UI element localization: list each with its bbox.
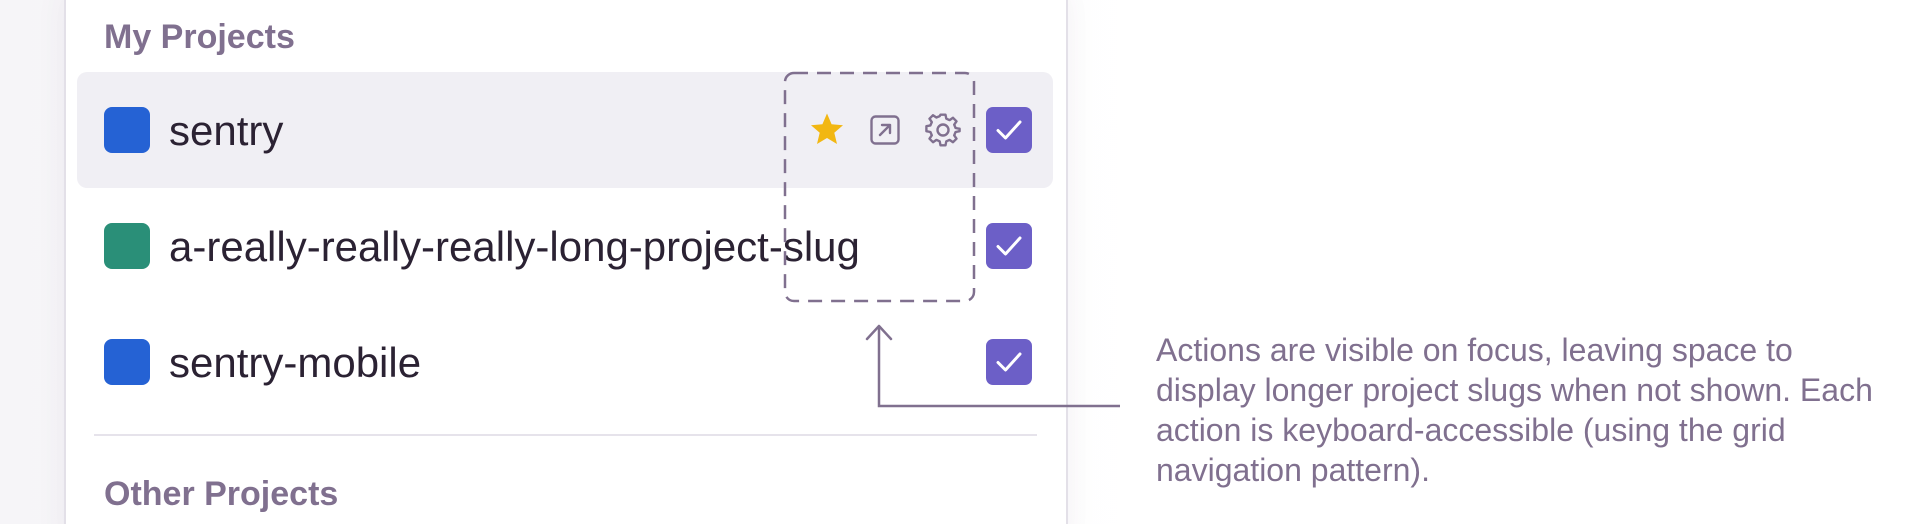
project-name: sentry-mobile bbox=[169, 339, 422, 386]
project-badge bbox=[104, 107, 150, 153]
project-name: a-really-really-really-long-project-slug bbox=[169, 223, 860, 270]
project-row-sentry[interactable]: sentry bbox=[77, 72, 1053, 188]
project-badge bbox=[104, 223, 150, 269]
star-icon[interactable] bbox=[803, 106, 851, 154]
section-divider bbox=[94, 434, 1037, 436]
my-projects-heading: My Projects bbox=[104, 18, 295, 56]
project-row-long-slug[interactable]: a-really-really-really-long-project-slug bbox=[77, 188, 1053, 304]
project-badge bbox=[104, 339, 150, 385]
project-checkbox[interactable] bbox=[986, 223, 1032, 269]
other-projects-heading: Other Projects bbox=[104, 475, 339, 513]
project-checkbox[interactable] bbox=[986, 339, 1032, 385]
project-checkbox[interactable] bbox=[986, 107, 1032, 153]
project-name: sentry bbox=[169, 107, 284, 154]
gear-icon[interactable] bbox=[919, 106, 967, 154]
project-row-sentry-mobile[interactable]: sentry-mobile bbox=[77, 304, 1053, 420]
arrow-up-right-box-icon[interactable] bbox=[861, 106, 909, 154]
canvas: My Projects sentry a-really-really-reall… bbox=[0, 0, 1910, 524]
annotation-text: Actions are visible on focus, leaving sp… bbox=[1156, 332, 1873, 488]
